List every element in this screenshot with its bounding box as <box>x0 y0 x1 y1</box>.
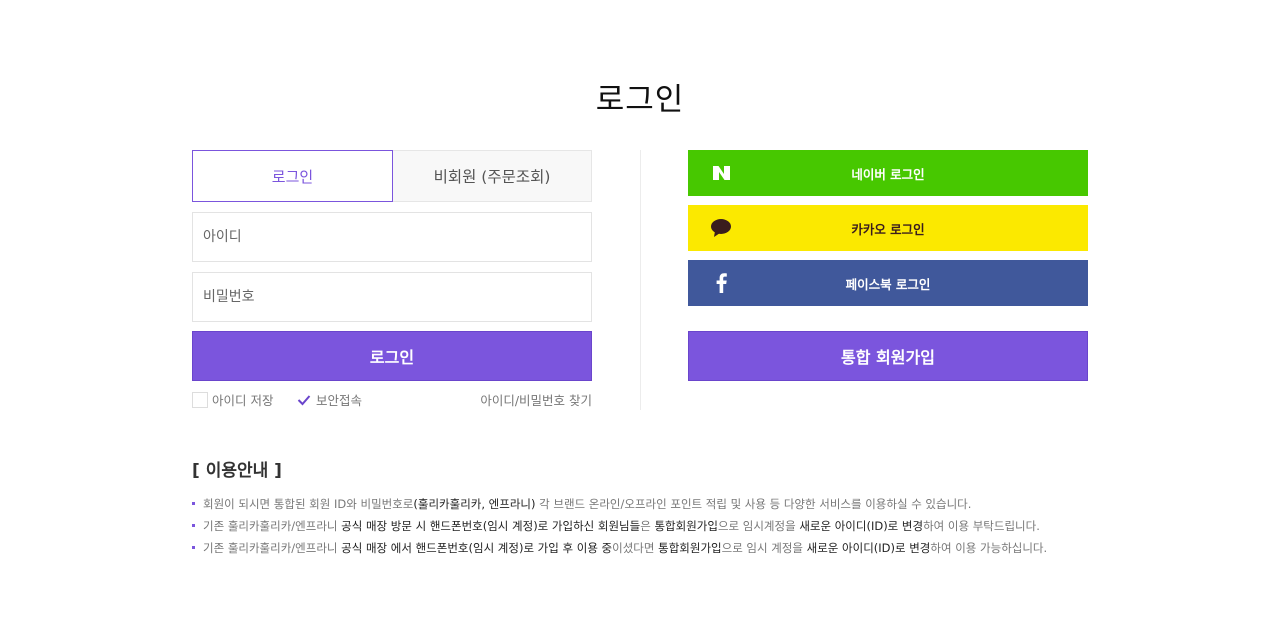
info-line: 회원이 되시면 통합된 회원 ID와 비밀번호로(훌리카훌리카, 엔프라니) 각… <box>192 495 1047 517</box>
info-line: 기존 훌리카훌리카/엔프라니 공식 매장 에서 핸드폰번호(임시 계정)로 가입… <box>192 539 1047 561</box>
id-input[interactable] <box>193 213 591 261</box>
facebook-f-icon <box>708 260 734 306</box>
secure-login-option[interactable]: 보안접속 <box>296 390 362 409</box>
info-text: 으로 임시 계정을 <box>721 541 807 555</box>
info-list: 회원이 되시면 통합된 회원 ID와 비밀번호로(훌리카훌리카, 엔프라니) 각… <box>192 495 1047 561</box>
info-text-emphasis: 공식 매장 에서 핸드폰번호(임시 계정)로 가입 후 이용 중 <box>341 541 613 555</box>
info-text-emphasis: 통합회원가입 <box>658 541 722 555</box>
login-tabs: 로그인 비회원 (주문조회) <box>192 150 592 202</box>
naver-login-button[interactable]: 네이버 로그인 <box>688 150 1088 196</box>
kakao-login-label: 카카오 로그인 <box>851 221 925 237</box>
info-text: 기존 훌리카훌리카/엔프라니 <box>203 541 342 555</box>
login-options: 아이디 저장 보안접속 아이디/비밀번호 찾기 <box>192 390 592 410</box>
kakao-login-button[interactable]: 카카오 로그인 <box>688 205 1088 251</box>
naver-n-icon <box>708 150 734 196</box>
password-field-box <box>192 272 592 322</box>
join-button[interactable]: 통합 회원가입 <box>688 331 1088 381</box>
column-divider <box>640 150 641 410</box>
info-line: 기존 훌리카훌리카/엔프라니 공식 매장 방문 시 핸드폰번호(임시 계정)로 … <box>192 517 1047 539</box>
info-text-emphasis: 공식 매장 방문 시 핸드폰번호(임시 계정)로 가입하신 회원님들 <box>341 519 641 533</box>
info-text: 각 브랜드 온라인/오프라인 포인트 적립 및 사용 등 다양한 서비스를 이용… <box>535 497 972 511</box>
info-text-emphasis: 새로운 아이디(ID)로 변경 <box>806 541 931 555</box>
save-id-label: 아이디 저장 <box>212 393 274 408</box>
info-text: 회원이 되시면 통합된 회원 ID와 비밀번호로 <box>203 497 414 511</box>
info-text-emphasis: 통합회원가입 <box>654 519 718 533</box>
info-text: 으로 임시계정을 <box>717 519 800 533</box>
secure-login-label: 보안접속 <box>316 393 363 408</box>
save-id-checkbox[interactable] <box>192 391 208 408</box>
info-text: 하여 이용 가능하십니다. <box>930 541 1048 555</box>
login-button[interactable]: 로그인 <box>192 331 592 381</box>
info-text: 이셨다면 <box>612 541 659 555</box>
password-input[interactable] <box>193 273 591 321</box>
facebook-login-button[interactable]: 페이스북 로그인 <box>688 260 1088 306</box>
facebook-login-label: 페이스북 로그인 <box>845 276 931 292</box>
secure-login-checkbox[interactable] <box>296 391 312 408</box>
info-text: 은 <box>640 519 655 533</box>
tab-guest-order-lookup[interactable]: 비회원 (주문조회) <box>393 150 592 202</box>
info-text: 하여 이용 부탁드립니다. <box>923 519 1040 533</box>
tab-member-login[interactable]: 로그인 <box>192 150 393 202</box>
page-title: 로그인 <box>595 82 685 118</box>
info-text-emphasis: 새로운 아이디(ID)로 변경 <box>799 519 924 533</box>
checkmark-icon <box>297 394 311 405</box>
info-text-emphasis: (훌리카훌리카, 엔프라니) <box>413 497 536 511</box>
naver-login-label: 네이버 로그인 <box>851 166 925 182</box>
info-title: [ 이용안내 ] <box>192 461 282 481</box>
find-id-password-link[interactable]: 아이디/비밀번호 찾기 <box>480 390 592 409</box>
kakao-speech-bubble-icon <box>708 205 734 251</box>
info-text: 기존 훌리카훌리카/엔프라니 <box>203 519 342 533</box>
id-field-box <box>192 212 592 262</box>
save-id-option[interactable]: 아이디 저장 <box>192 390 273 409</box>
